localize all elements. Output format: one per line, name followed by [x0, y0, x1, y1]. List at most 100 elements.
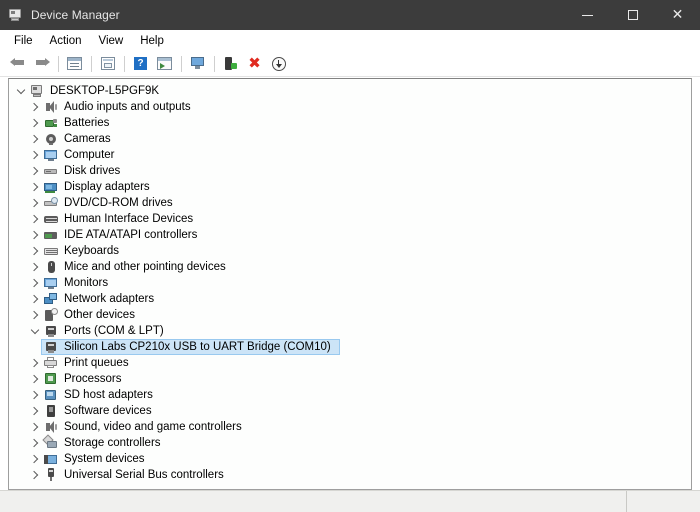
- tree-item-disk-drives[interactable]: Disk drives: [9, 163, 691, 179]
- disable-device-button[interactable]: [267, 53, 290, 75]
- toolbar-separator: [124, 55, 125, 72]
- arrow-left-icon: [9, 57, 26, 71]
- update-driver-icon: [100, 57, 115, 70]
- chevron-right-icon[interactable]: [27, 211, 43, 227]
- tree-item-mice-and-other-pointing-devices[interactable]: Mice and other pointing devices: [9, 259, 691, 275]
- chevron-right-icon[interactable]: [27, 115, 43, 131]
- chevron-down-icon[interactable]: [27, 323, 43, 339]
- chevron-right-icon[interactable]: [27, 307, 43, 323]
- sd-host-adapter-icon: [43, 387, 59, 403]
- toolbar-separator: [91, 55, 92, 72]
- storage-controller-icon: [42, 434, 59, 451]
- hid-icon: [43, 211, 59, 227]
- tree-item-processors[interactable]: Processors: [9, 371, 691, 387]
- chevron-right-icon[interactable]: [27, 355, 43, 371]
- tree-item-label: Silicon Labs CP210x USB to UART Bridge (…: [64, 341, 331, 353]
- usb-controller-icon: [43, 467, 59, 483]
- tree-item-label: System devices: [64, 453, 145, 465]
- chevron-right-icon[interactable]: [27, 371, 43, 387]
- tree-item-computer[interactable]: Computer: [9, 147, 691, 163]
- chevron-right-icon[interactable]: [27, 195, 43, 211]
- menu-action[interactable]: Action: [42, 32, 91, 50]
- chevron-right-icon[interactable]: [27, 259, 43, 275]
- tree-item-ide-ata-atapi-controllers[interactable]: IDE ATA/ATAPI controllers: [9, 227, 691, 243]
- maximize-icon: [627, 10, 638, 20]
- chevron-right-icon[interactable]: [27, 419, 43, 435]
- monitor-icon: [43, 275, 59, 291]
- other-device-icon: [43, 307, 59, 323]
- tree-item-label: Batteries: [64, 117, 110, 129]
- tree-item-label: Mice and other pointing devices: [64, 261, 226, 273]
- device-plug-icon: [224, 56, 238, 71]
- network-adapter-icon: [43, 291, 59, 307]
- chevron-right-icon[interactable]: [27, 435, 43, 451]
- device-manager-window: Device Manager ✕ File Action View Help ?…: [0, 0, 700, 512]
- show-hidden-devices-button[interactable]: [186, 53, 209, 75]
- tree-item-other-devices[interactable]: Other devices: [9, 307, 691, 323]
- port-icon: [43, 323, 59, 339]
- tree-item-cameras[interactable]: Cameras: [9, 131, 691, 147]
- tree-item-label: Display adapters: [64, 181, 150, 193]
- chevron-down-icon[interactable]: [13, 83, 29, 99]
- scan-hardware-changes-button[interactable]: [153, 53, 176, 75]
- chevron-right-icon[interactable]: [27, 99, 43, 115]
- chevron-right-icon[interactable]: [27, 131, 43, 147]
- chevron-right-icon[interactable]: [27, 147, 43, 163]
- tree-item-dvd-cd-rom-drives[interactable]: DVD/CD-ROM drives: [9, 195, 691, 211]
- tree-root-node[interactable]: DESKTOP-L5PGF9K: [9, 83, 691, 99]
- menu-file[interactable]: File: [6, 32, 42, 50]
- tree-item-label: Processors: [64, 373, 122, 385]
- tree-item-audio-inputs-and-outputs[interactable]: Audio inputs and outputs: [9, 99, 691, 115]
- title-bar[interactable]: Device Manager ✕: [0, 0, 700, 30]
- tree-item-software-devices[interactable]: Software devices: [9, 403, 691, 419]
- tree-item-label: SD host adapters: [64, 389, 153, 401]
- tree-item-label: Print queues: [64, 357, 129, 369]
- properties-button[interactable]: [63, 53, 86, 75]
- chevron-right-icon[interactable]: [27, 163, 43, 179]
- keyboard-icon: [43, 243, 59, 259]
- tree-item-sound-video-and-game-controllers[interactable]: Sound, video and game controllers: [9, 419, 691, 435]
- tree-item-keyboards[interactable]: Keyboards: [9, 243, 691, 259]
- chevron-right-icon[interactable]: [27, 227, 43, 243]
- window-controls: ✕: [565, 0, 700, 30]
- uninstall-device-button[interactable]: ✖: [243, 53, 266, 75]
- tree-item-system-devices[interactable]: System devices: [9, 451, 691, 467]
- red-x-icon: ✖: [248, 54, 261, 72]
- tree-item-universal-serial-bus-controllers[interactable]: Universal Serial Bus controllers: [9, 467, 691, 483]
- minimize-button[interactable]: [565, 0, 610, 30]
- menu-help[interactable]: Help: [132, 32, 173, 50]
- tree-item-label: Sound, video and game controllers: [64, 421, 242, 433]
- tree-item-sd-host-adapters[interactable]: SD host adapters: [9, 387, 691, 403]
- tree-item-batteries[interactable]: Batteries: [9, 115, 691, 131]
- processor-icon: [43, 371, 59, 387]
- tree-item-network-adapters[interactable]: Network adapters: [9, 291, 691, 307]
- chevron-right-icon[interactable]: [27, 275, 43, 291]
- menu-view[interactable]: View: [91, 32, 133, 50]
- enable-device-button[interactable]: [219, 53, 242, 75]
- chevron-right-icon[interactable]: [27, 291, 43, 307]
- back-button[interactable]: [6, 53, 29, 75]
- chevron-right-icon[interactable]: [27, 451, 43, 467]
- chevron-right-icon[interactable]: [27, 403, 43, 419]
- chevron-right-icon[interactable]: [27, 179, 43, 195]
- tree-item-monitors[interactable]: Monitors: [9, 275, 691, 291]
- tree-item-silicon-labs-cp210x[interactable]: Silicon Labs CP210x USB to UART Bridge (…: [9, 339, 691, 355]
- disk-drive-icon: [43, 163, 59, 179]
- chevron-right-icon[interactable]: [27, 387, 43, 403]
- tree-item-ports-com-and-lpt[interactable]: Ports (COM & LPT): [9, 323, 691, 339]
- maximize-button[interactable]: [610, 0, 655, 30]
- tree-item-print-queues[interactable]: Print queues: [9, 355, 691, 371]
- software-device-icon: [43, 403, 59, 419]
- help-button[interactable]: ?: [129, 53, 152, 75]
- close-button[interactable]: ✕: [655, 0, 700, 30]
- toolbar-separator: [214, 55, 215, 72]
- device-tree[interactable]: DESKTOP-L5PGF9K Audio inputs and outputs…: [8, 78, 692, 490]
- tree-item-label: Keyboards: [64, 245, 119, 257]
- forward-button[interactable]: [30, 53, 53, 75]
- tree-item-storage-controllers[interactable]: Storage controllers: [9, 434, 691, 451]
- chevron-right-icon[interactable]: [27, 243, 43, 259]
- tree-item-human-interface-devices[interactable]: Human Interface Devices: [9, 211, 691, 227]
- chevron-right-icon[interactable]: [27, 467, 43, 483]
- update-driver-button[interactable]: [96, 53, 119, 75]
- tree-item-display-adapters[interactable]: Display adapters: [9, 179, 691, 195]
